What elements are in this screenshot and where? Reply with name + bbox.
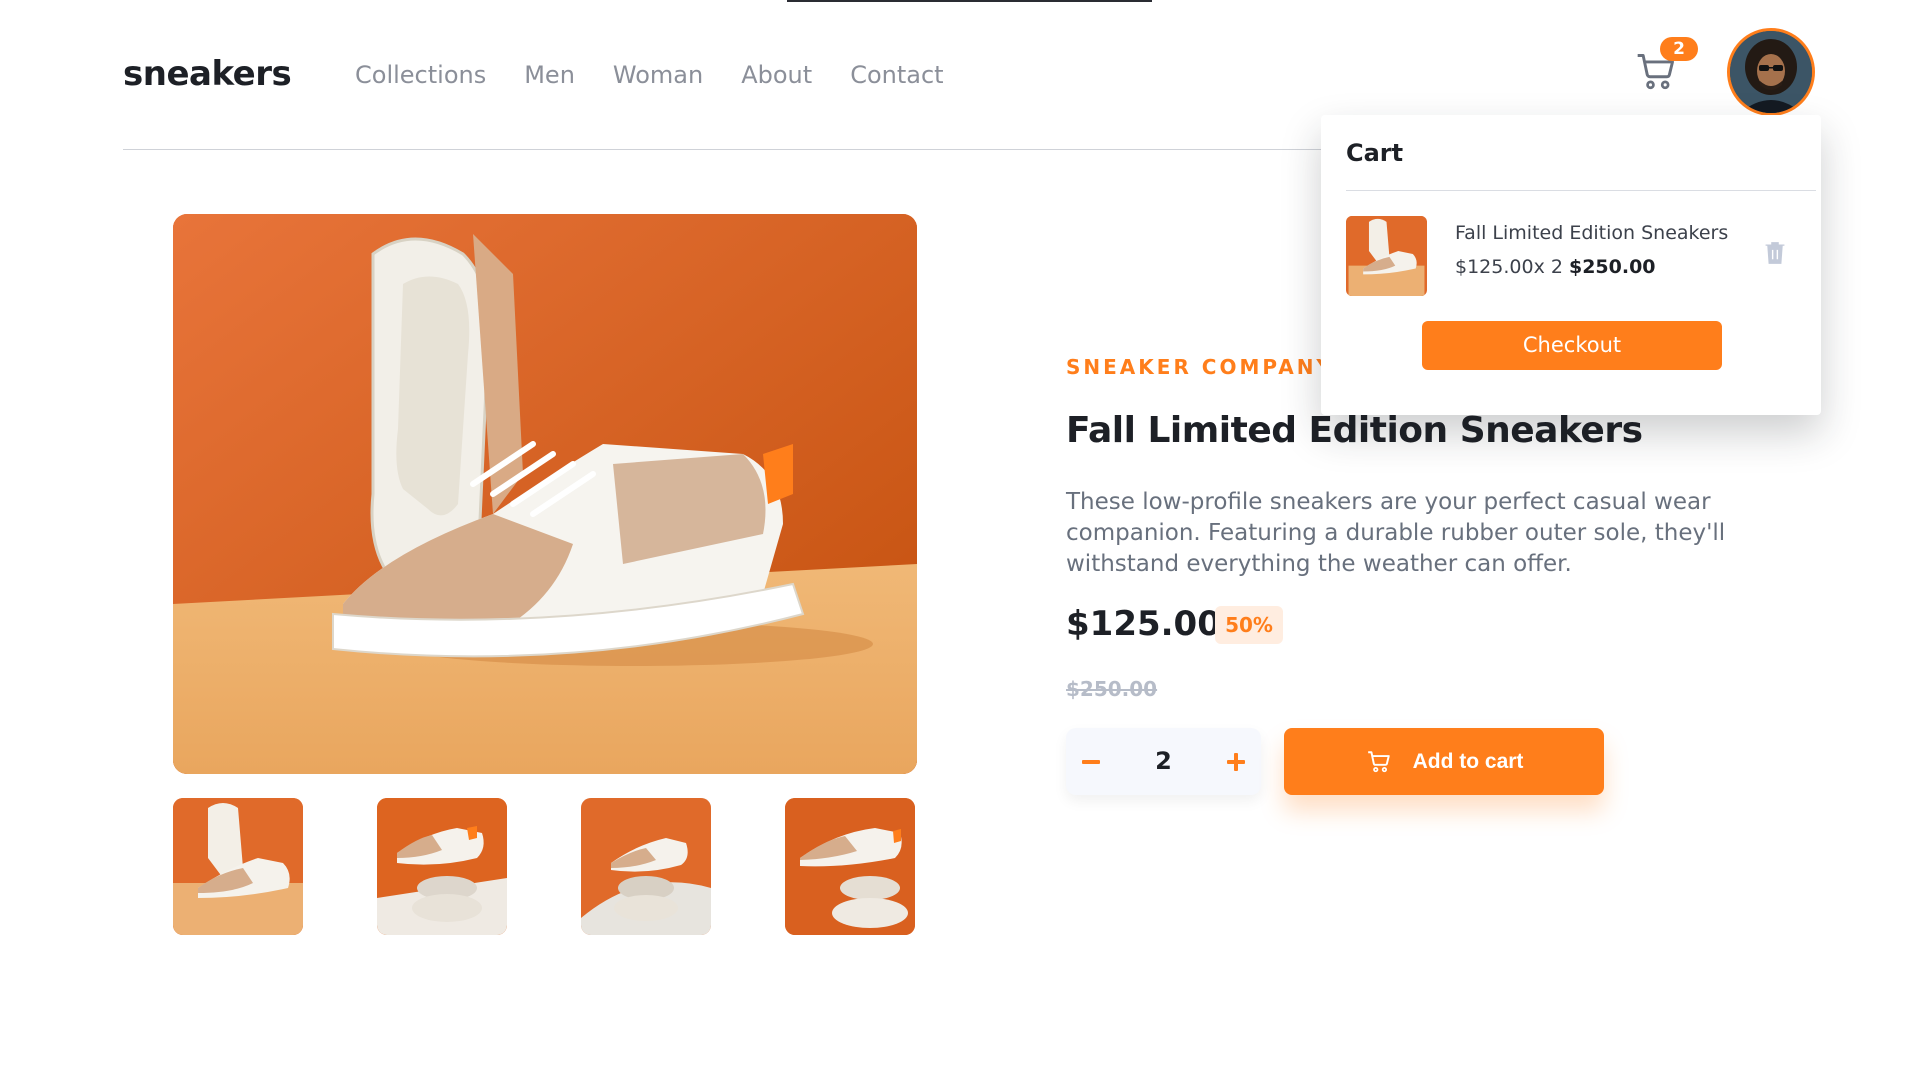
user-portrait-icon xyxy=(1730,31,1812,113)
thumbnail-photo-3 xyxy=(581,798,711,935)
add-to-cart-button[interactable]: Add to cart xyxy=(1284,728,1604,795)
nav-woman[interactable]: Woman xyxy=(613,61,703,89)
decrease-quantity-button[interactable] xyxy=(1066,728,1116,795)
delete-item-button[interactable] xyxy=(1764,240,1790,270)
cart-item-unit-price: $125.00x 2 xyxy=(1455,256,1569,278)
cart-item-total: $250.00 xyxy=(1568,256,1656,278)
original-price: $250.00 xyxy=(1066,677,1158,701)
cart-divider xyxy=(1346,190,1816,191)
thumbnail-2[interactable] xyxy=(377,798,507,935)
thumbnail-photo-2 xyxy=(377,798,507,935)
brand-label: SNEAKER COMPANY xyxy=(1066,355,1334,379)
quantity-stepper: 2 xyxy=(1066,728,1261,795)
thumbnail-1[interactable] xyxy=(173,798,303,935)
main-product-image[interactable] xyxy=(173,214,917,774)
logo[interactable]: sneakers xyxy=(123,54,292,94)
nav-about[interactable]: About xyxy=(741,61,812,89)
avatar[interactable] xyxy=(1727,28,1815,116)
main-nav: Collections Men Woman About Contact xyxy=(355,61,944,89)
nav-men[interactable]: Men xyxy=(524,61,575,89)
cart-heading: Cart xyxy=(1346,139,1404,167)
thumbnail-4[interactable] xyxy=(785,798,915,935)
trash-icon xyxy=(1765,242,1785,264)
cart-item-price-line: $125.00x 2 $250.00 xyxy=(1455,256,1656,278)
cart-item-photo xyxy=(1348,216,1425,296)
nav-contact[interactable]: Contact xyxy=(850,61,943,89)
thumbnail-photo-4 xyxy=(785,798,915,935)
cart-icon xyxy=(1367,750,1390,772)
thumbnail-row xyxy=(173,798,915,935)
product-description: These low-profile sneakers are your perf… xyxy=(1066,489,1726,577)
discount-badge: 50% xyxy=(1215,606,1283,644)
nav-collections[interactable]: Collections xyxy=(355,61,486,89)
add-to-cart-label: Add to cart xyxy=(1412,749,1524,773)
cart-item-name: Fall Limited Edition Sneakers xyxy=(1455,222,1729,244)
plus-icon xyxy=(1227,752,1245,771)
sneaker-photo xyxy=(173,214,917,774)
thumbnail-photo-1 xyxy=(173,798,303,935)
cart-count-badge: 2 xyxy=(1660,37,1698,61)
quantity-value[interactable]: 2 xyxy=(1126,728,1201,795)
checkout-button[interactable]: Checkout xyxy=(1422,321,1722,370)
cart-item-thumbnail xyxy=(1346,216,1427,296)
minus-icon xyxy=(1082,759,1100,764)
thumbnail-3[interactable] xyxy=(581,798,711,935)
current-price: $125.00 xyxy=(1066,604,1221,644)
cart-popup: Cart Fall Limited Edition Sneakers $125.… xyxy=(1321,115,1821,415)
product-title: Fall Limited Edition Sneakers xyxy=(1066,410,1643,451)
increase-quantity-button[interactable] xyxy=(1211,728,1261,795)
